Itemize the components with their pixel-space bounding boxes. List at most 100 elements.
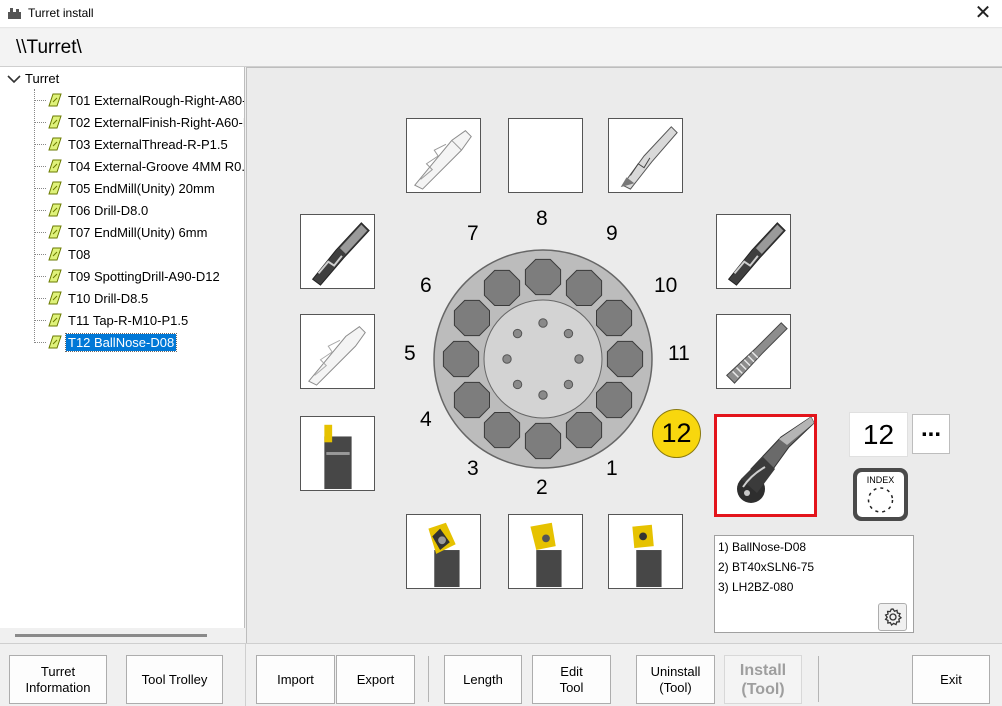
slot-6-drill[interactable] — [300, 214, 375, 289]
slot-11-tap[interactable] — [716, 314, 791, 389]
turret-bolt-hole — [538, 318, 548, 328]
tree-item[interactable]: T08 — [34, 244, 92, 264]
slot-1-rough-holder[interactable] — [608, 514, 683, 589]
insert-tool-icon — [48, 291, 62, 305]
tree-item-label: T07 EndMill(Unity) 6mm — [68, 224, 208, 240]
slot-5-endmill-small[interactable] — [300, 314, 375, 389]
turning-holder-icon — [324, 424, 352, 490]
tree-item[interactable]: T01 ExternalRough-Right-A80-R — [34, 90, 244, 110]
tree-connector — [34, 187, 46, 189]
drill-tool-icon — [620, 126, 678, 190]
panel-splitter — [245, 643, 246, 706]
gear-icon — [884, 608, 902, 627]
insert-tool-icon — [48, 203, 62, 217]
app-icon — [8, 8, 21, 19]
tree-item[interactable]: T10 Drill-D8.5 — [34, 288, 150, 308]
slot-7-endmill-large[interactable] — [406, 118, 481, 193]
window-title: Turret install — [28, 6, 94, 20]
export-button[interactable]: Export — [336, 655, 415, 704]
tree-horizontal-scrollbar[interactable] — [0, 628, 245, 643]
turret-pocket — [453, 299, 490, 337]
position-number-10: 10 — [654, 274, 678, 297]
slot-8-empty[interactable] — [508, 118, 583, 193]
install-tool-button: Install (Tool) — [724, 655, 802, 704]
turret-bolt-hole — [538, 390, 548, 400]
tree-item-label: T06 Drill-D8.0 — [68, 202, 149, 218]
close-icon[interactable]: ✕ — [972, 2, 994, 24]
tree-item[interactable]: T09 SpottingDrill-A90-D12 — [34, 266, 222, 286]
tree-item[interactable]: T02 ExternalFinish-Right-A60-R — [34, 112, 244, 132]
tool-tree[interactable]: Turret T01 ExternalRough-Right-A80-R T02 … — [0, 67, 245, 628]
selected-position-badge: 12 — [652, 409, 701, 458]
tree-item-label: T10 Drill-D8.5 — [68, 290, 149, 306]
bottom-toolbar: Turret Information Tool Trolley Import Ex… — [0, 643, 1002, 706]
position-number-9: 9 — [606, 222, 618, 245]
tool-info-line: 2) BT40xSLN6-75 — [718, 560, 815, 574]
insert-tool-icon — [48, 93, 62, 107]
current-path: \\Turret\ — [16, 37, 82, 58]
uninstall-tool-button[interactable]: Uninstall (Tool) — [636, 655, 715, 704]
tool-info-line: 1) BallNose-D08 — [718, 540, 807, 554]
scrollbar-thumb[interactable] — [15, 634, 207, 637]
turret-information-button[interactable]: Turret Information — [9, 655, 107, 704]
tool-settings-button[interactable] — [878, 603, 907, 631]
tree-item[interactable]: T03 ExternalThread-R-P1.5 — [34, 134, 230, 154]
tool-info-line: 3) LH2BZ-080 — [718, 580, 794, 594]
import-button[interactable]: Import — [256, 655, 335, 704]
insert-tool-icon — [48, 313, 62, 327]
insert-tool-icon — [48, 181, 62, 195]
turret-pocket — [524, 258, 562, 296]
tree-item[interactable]: T07 EndMill(Unity) 6mm — [34, 222, 209, 242]
tree-item-label: T12 BallNose-D08 — [64, 332, 178, 352]
length-button[interactable]: Length — [444, 655, 522, 704]
turret-pocket — [596, 381, 633, 419]
tree-item-label: T04 External-Groove 4MM R0.5 — [68, 158, 245, 174]
toolbar-separator — [818, 656, 819, 702]
insert-tool-icon — [48, 269, 62, 283]
tree-connector — [34, 143, 46, 145]
turret-pocket — [524, 422, 562, 460]
drill-tool-icon — [727, 222, 786, 286]
turret-pocket — [442, 340, 480, 378]
edit-tool-button[interactable]: Edit Tool — [532, 655, 611, 704]
slot-4-groove-holder[interactable] — [300, 416, 375, 491]
turret-pocket — [453, 381, 490, 419]
turret-bolt-hole — [574, 354, 584, 364]
path-bar: \\Turret\ — [0, 29, 1002, 67]
tree-connector — [34, 165, 46, 167]
tree-item-label: T11 Tap-R-M10-P1.5 — [68, 312, 189, 328]
select-station-button[interactable]: ... — [912, 414, 950, 454]
turret-pocket — [483, 412, 521, 449]
endmill-tool-icon — [308, 326, 366, 386]
tree-item-label: T03 ExternalThread-R-P1.5 — [68, 136, 228, 152]
index-turret-button[interactable]: INDEX — [852, 467, 909, 522]
insert-tool-icon — [48, 137, 62, 151]
tool-trolley-button[interactable]: Tool Trolley — [126, 655, 223, 704]
tree-item[interactable]: T05 EndMill(Unity) 20mm — [34, 178, 217, 198]
slot-12-ballnose-selected[interactable] — [714, 414, 817, 517]
slot-9-spot-drill[interactable] — [608, 118, 683, 193]
tree-item[interactable]: T11 Tap-R-M10-P1.5 — [34, 310, 190, 330]
slot-2-finish-holder[interactable] — [508, 514, 583, 589]
tree-item[interactable]: T04 External-Groove 4MM R0.5 — [34, 156, 245, 176]
turret-pocket — [565, 269, 603, 306]
tap-tool-icon — [726, 322, 788, 384]
turret-disk[interactable] — [432, 248, 654, 470]
position-number-7: 7 — [467, 222, 479, 245]
tree-item-label: T05 EndMill(Unity) 20mm — [68, 180, 215, 196]
tree-connector — [34, 99, 46, 101]
current-station-display: 12 — [849, 412, 908, 457]
tree-item[interactable]: T12 BallNose-D08 — [34, 332, 178, 352]
tree-item[interactable]: T06 Drill-D8.0 — [34, 200, 150, 220]
insert-tool-icon — [48, 225, 62, 239]
slot-3-thread-holder[interactable] — [406, 514, 481, 589]
turret-pocket — [565, 412, 603, 449]
index-turret-icon: INDEX — [853, 468, 908, 521]
turret-bolt-hole — [563, 379, 574, 390]
tree-root[interactable]: Turret — [6, 71, 59, 86]
turret-pocket — [483, 269, 521, 306]
chevron-down-icon[interactable] — [6, 73, 22, 85]
slot-10-drill[interactable] — [716, 214, 791, 289]
exit-button[interactable]: Exit — [912, 655, 990, 704]
turret-bolt-hole — [512, 328, 523, 339]
